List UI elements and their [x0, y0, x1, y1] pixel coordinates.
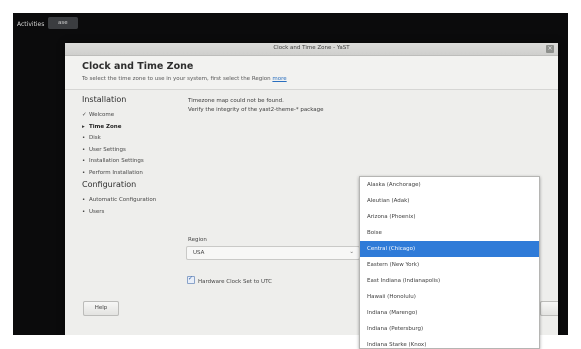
step-label: Time Zone	[89, 123, 122, 130]
step-status-icon: •	[82, 158, 86, 164]
step-status-icon: •	[82, 135, 86, 141]
timezone-option[interactable]: Alaska (Anchorage)	[360, 177, 539, 193]
page-title: Clock and Time Zone	[82, 61, 194, 72]
checkbox-checked-icon[interactable]	[187, 275, 195, 284]
sidebar-step-item: • Users	[82, 207, 192, 219]
timezone-dropdown-list[interactable]: Alaska (Anchorage) Aleutian (Adak) Arizona…	[359, 176, 540, 349]
steps-sidebar: Installation ✓ Welcome ▸ Time Zone • Disk • Use…	[82, 95, 192, 218]
step-status-icon: ▸	[82, 123, 85, 130]
step-status-icon: •	[82, 208, 86, 215]
window-title: Clock and Time Zone - YaST	[273, 45, 350, 51]
timezone-option[interactable]: Indiana Starke (Knox)	[360, 337, 539, 348]
step-status-icon: •	[82, 197, 86, 203]
window-close-icon[interactable]: ×	[546, 45, 554, 53]
sidebar-step-item: • Perform Installation	[82, 168, 192, 180]
step-label: User Settings	[89, 146, 126, 153]
sidebar-step-item: • User Settings	[82, 145, 192, 157]
timezone-map-area: Timezone map could not be found. Verify …	[188, 97, 324, 115]
page-subtitle: To select the time zone to use in your s…	[82, 76, 287, 82]
chevron-down-icon: ⌄	[349, 249, 354, 255]
map-error-line1: Timezone map could not be found.	[188, 98, 284, 104]
timezone-option[interactable]: Eastern (New York)	[360, 257, 539, 273]
region-select[interactable]: USA ⌄	[186, 246, 360, 260]
gnome-top-bar: Activities ase	[13, 13, 568, 33]
step-label: Installation Settings	[89, 158, 144, 164]
timezone-option[interactable]: Indiana (Petersburg)	[360, 321, 539, 337]
installation-heading: Installation	[82, 95, 127, 104]
hardware-clock-label: Hardware Clock Set to UTC	[198, 279, 272, 285]
timezone-option[interactable]: Hawaii (Honolulu)	[360, 289, 539, 305]
step-status-icon: ✓	[82, 112, 87, 118]
step-label: Welcome	[89, 112, 115, 118]
region-label: Region	[188, 237, 207, 243]
step-label: Users	[89, 208, 105, 215]
app-menu-button[interactable]: ase	[48, 17, 78, 29]
timezone-option[interactable]: Arizona (Phoenix)	[360, 209, 539, 225]
window-titlebar[interactable]: Clock and Time Zone - YaST ×	[65, 43, 558, 56]
activities-button[interactable]: Activities	[17, 21, 44, 28]
subtitle-text: To select the time zone to use in your s…	[82, 76, 271, 82]
step-label: Perform Installation	[89, 169, 143, 176]
sidebar-step-item: • Disk	[82, 133, 192, 145]
hardware-clock-checkbox[interactable]: Hardware Clock Set to UTC	[187, 275, 272, 285]
page-header: Clock and Time Zone To select the time z…	[65, 56, 558, 90]
timezone-option[interactable]: Aleutian (Adak)	[360, 193, 539, 209]
step-label: Automatic Configuration	[89, 197, 157, 203]
more-link[interactable]: more	[272, 76, 286, 82]
sidebar-step-item: ✓ Welcome	[82, 110, 192, 122]
sidebar-step-item: ▸ Time Zone	[82, 122, 192, 134]
step-label: Disk	[89, 135, 101, 141]
sidebar-step-item: • Automatic Configuration	[82, 195, 192, 207]
configuration-heading: Configuration	[82, 180, 137, 189]
timezone-option[interactable]: Indiana (Marengo)	[360, 305, 539, 321]
step-status-icon: •	[82, 146, 86, 153]
step-status-icon: •	[82, 169, 86, 176]
timezone-option[interactable]: Central (Chicago)	[360, 241, 539, 257]
timezone-option[interactable]: Boise	[360, 225, 539, 241]
map-error-line2: Verify the integrity of the yast2-theme-…	[188, 107, 324, 113]
app-menu-label: ase	[58, 20, 68, 26]
help-button[interactable]: Help	[83, 301, 119, 316]
region-value: USA	[193, 250, 205, 256]
timezone-option[interactable]: East Indiana (Indianapolis)	[360, 273, 539, 289]
sidebar-step-item: • Installation Settings	[82, 156, 192, 168]
partial-button[interactable]	[540, 301, 558, 316]
